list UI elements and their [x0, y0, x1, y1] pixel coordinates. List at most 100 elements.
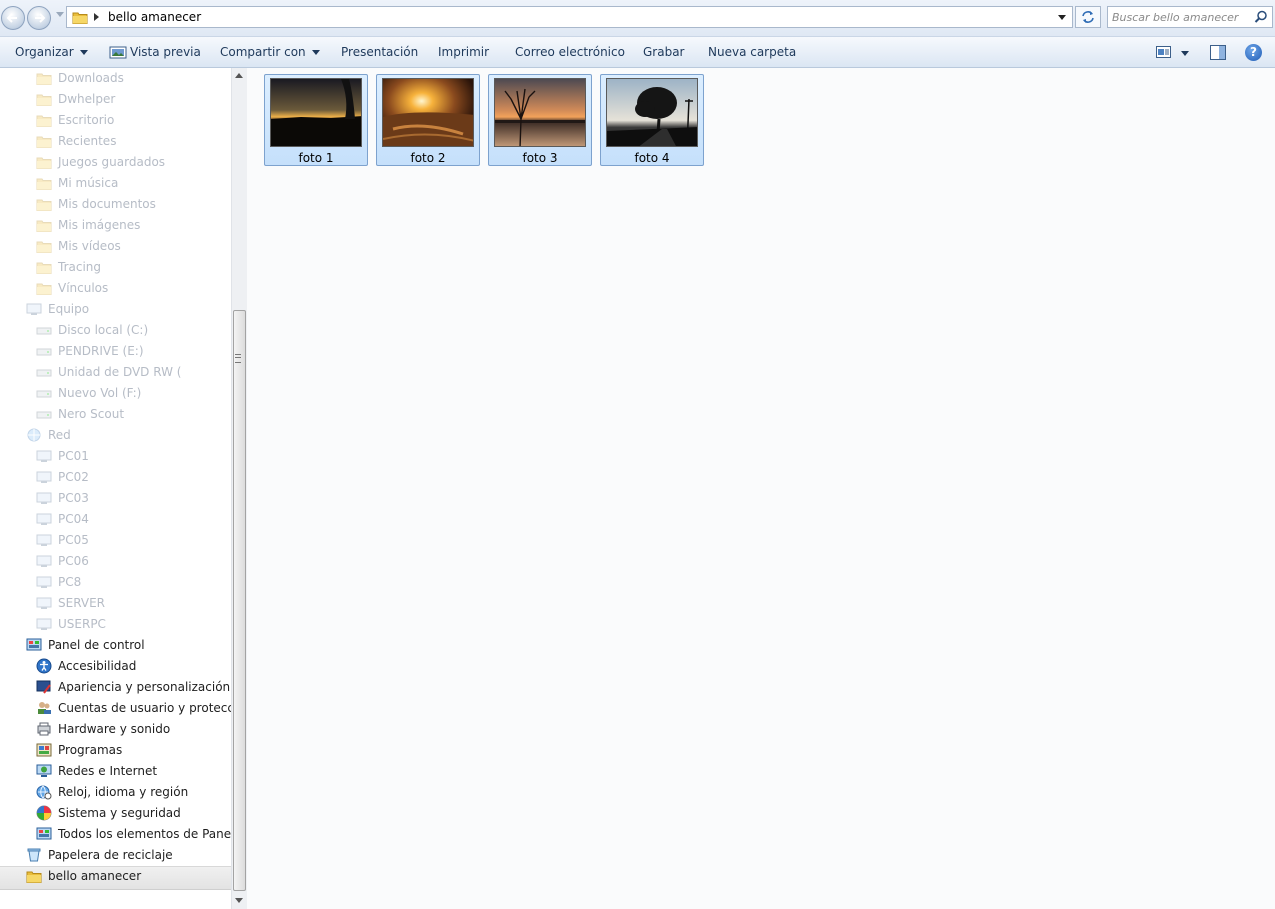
change-view-icon[interactable] — [1156, 46, 1172, 59]
file-thumbnail[interactable]: foto 1 — [264, 74, 368, 166]
file-name-label: foto 3 — [522, 151, 558, 165]
file-list-area[interactable]: foto 1 foto 2 foto 3 foto 4 — [248, 68, 1275, 909]
back-button[interactable] — [1, 6, 25, 30]
nav-item-label: Programas — [58, 743, 123, 757]
file-thumbnail[interactable]: foto 4 — [600, 74, 704, 166]
nav-item-label: PC06 — [58, 554, 89, 568]
file-thumbnail[interactable]: foto 2 — [376, 74, 480, 166]
navigation-pane: Downloads Dwhelper Escritorio Recientes Jueg… — [0, 68, 231, 909]
clock-language-icon — [36, 784, 52, 800]
control-panel-icon — [26, 637, 42, 653]
print-button[interactable]: Imprimir — [438, 45, 489, 61]
new-folder-button[interactable]: Nueva carpeta — [708, 45, 796, 61]
computer-icon — [36, 616, 52, 632]
nav-item-label: Mis imágenes — [58, 218, 141, 232]
print-label: Imprimir — [438, 45, 490, 59]
forward-button[interactable] — [27, 6, 51, 30]
nav-item-label: PENDRIVE (E:) — [58, 344, 144, 358]
computer-icon — [36, 595, 52, 611]
folder-icon — [36, 280, 52, 296]
nav-item-label: PC04 — [58, 512, 89, 526]
folder-icon — [36, 91, 52, 107]
drive-icon — [36, 364, 52, 380]
control-panel-icon — [36, 826, 52, 842]
slideshow-button[interactable]: Presentación — [341, 45, 418, 61]
chevron-down-icon — [79, 50, 88, 55]
chevron-down-icon — [311, 50, 320, 55]
preview-label: Vista previa — [130, 45, 201, 59]
nav-item-label: Reloj, idioma y región — [58, 785, 189, 799]
sunburst-photo-icon — [382, 78, 474, 147]
recent-pages-dropdown[interactable] — [56, 12, 64, 17]
nav-item-label: Mis documentos — [58, 197, 156, 211]
nav-item-label: Dwhelper — [58, 92, 116, 106]
nav-item-label: Equipo — [48, 302, 90, 316]
nav-item-label: Tracing — [58, 260, 102, 274]
scroll-up-arrow-icon[interactable] — [235, 73, 243, 78]
arrow-right-icon — [35, 13, 46, 23]
folder-icon — [36, 112, 52, 128]
preview-button[interactable]: Vista previa — [109, 45, 201, 61]
nav-item-label: Recientes — [58, 134, 117, 148]
nav-item-label: Panel de control — [48, 638, 145, 652]
address-path-box[interactable]: bello amanecer — [66, 6, 1073, 28]
scroll-down-arrow-icon[interactable] — [235, 898, 243, 903]
nav-item-label: Accesibilidad — [58, 659, 137, 673]
nav-item-label: Disco local (C:) — [58, 323, 149, 337]
grip-icon — [235, 354, 241, 363]
refresh-button[interactable] — [1075, 6, 1101, 28]
email-label: Correo electrónico — [515, 45, 625, 59]
nav-item-label: Apariencia y personalización — [58, 680, 231, 694]
computer-icon — [36, 532, 52, 548]
search-icon[interactable] — [1254, 10, 1268, 24]
computer-icon — [36, 448, 52, 464]
nav-item-label: Sistema y seguridad — [58, 806, 181, 820]
address-dropdown-button[interactable] — [1058, 15, 1066, 20]
tree-silhouette-photo-icon — [606, 78, 698, 147]
folder-icon — [36, 238, 52, 254]
file-name-label: foto 1 — [298, 151, 334, 165]
nav-item-label: Mis vídeos — [58, 239, 121, 253]
network-internet-icon — [36, 763, 52, 779]
share-label: Compartir con — [220, 45, 306, 59]
nav-item-label: Downloads — [58, 71, 124, 85]
search-input[interactable] — [1112, 9, 1252, 25]
nav-item-label: USERPC — [58, 617, 106, 631]
drive-icon — [36, 322, 52, 338]
hardware-sound-icon — [36, 721, 52, 737]
computer-icon — [26, 301, 42, 317]
search-box[interactable] — [1107, 6, 1273, 28]
folder-icon — [36, 259, 52, 275]
nav-item-label: Escritorio — [58, 113, 115, 127]
scrollbar-thumb[interactable] — [233, 310, 246, 891]
accessibility-icon — [36, 658, 52, 674]
new-folder-label: Nueva carpeta — [708, 45, 797, 59]
command-toolbar: Organizar Vista previa Compartir con Pre… — [0, 37, 1275, 68]
preview-pane-icon[interactable] — [1210, 45, 1226, 60]
email-button[interactable]: Correo electrónico — [515, 45, 625, 61]
nav-item-label: Nero Scout — [58, 407, 125, 421]
system-security-icon — [36, 805, 52, 821]
share-menu[interactable]: Compartir con — [220, 45, 320, 61]
nav-item-label: Papelera de reciclaje — [48, 848, 173, 862]
computer-icon — [36, 553, 52, 569]
nav-item-label: Cuentas de usuario y protección — [58, 701, 231, 715]
help-button[interactable]: ? — [1245, 44, 1262, 61]
refresh-icon — [1082, 11, 1094, 23]
preview-icon — [109, 46, 127, 59]
nav-item-label: Mi música — [58, 176, 119, 190]
organize-label: Organizar — [15, 45, 74, 59]
sunset-photo-icon — [270, 78, 362, 147]
view-options-dropdown[interactable] — [1181, 51, 1189, 56]
nav-item-label: Unidad de DVD RW ( — [58, 365, 182, 379]
organize-menu[interactable]: Organizar — [15, 45, 88, 61]
breadcrumb-current[interactable]: bello amanecer — [108, 10, 201, 24]
nav-item-label: Vínculos — [58, 281, 109, 295]
navigation-scrollbar[interactable] — [231, 68, 247, 909]
slideshow-label: Presentación — [341, 45, 419, 59]
burn-button[interactable]: Grabar — [643, 45, 685, 61]
recycle-bin-icon — [26, 847, 42, 863]
breadcrumb-chevron-icon[interactable] — [94, 13, 99, 21]
folder-icon — [72, 12, 88, 24]
file-thumbnail[interactable]: foto 3 — [488, 74, 592, 166]
